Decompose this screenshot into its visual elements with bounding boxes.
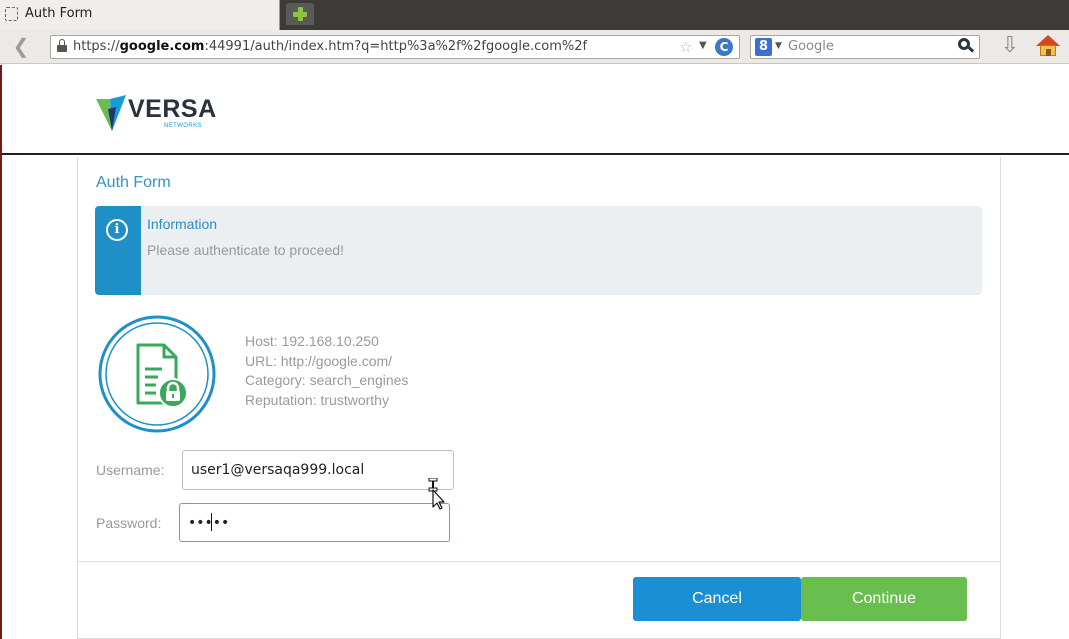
info-message: Please authenticate to proceed!: [147, 242, 344, 258]
mouse-cursor-icon: [428, 477, 448, 510]
logo-text: VERSA: [128, 95, 217, 123]
versa-logo: VERSA NETWORKS: [94, 93, 244, 133]
page-header: VERSA NETWORKS: [2, 65, 1069, 155]
information-panel: i Information Please authenticate to pro…: [95, 206, 982, 295]
search-bar[interactable]: 8 ▼ Google: [750, 35, 980, 59]
reputation-line: Reputation: trustworthy: [245, 391, 389, 408]
url-domain: google.com: [119, 39, 205, 54]
new-tab-button[interactable]: [286, 3, 314, 25]
browser-tab[interactable]: Auth Form: [0, 0, 280, 30]
reload-icon[interactable]: C: [715, 38, 733, 56]
host-details: Host: 192.168.10.250 URL: http://google.…: [245, 332, 408, 410]
tab-title: Auth Form: [25, 6, 93, 21]
text-caret: [211, 513, 212, 531]
footer-divider: [78, 561, 1000, 562]
info-icon: i: [106, 219, 128, 241]
document-lock-icon: [98, 315, 216, 433]
auth-form-card: Auth Form i Information Please authentic…: [77, 157, 1001, 639]
back-button[interactable]: ❮: [8, 36, 34, 58]
back-arrow-icon: ❮: [12, 34, 30, 58]
url-path: :44991/auth/index.htm?q=http%3a%2f%2fgoo…: [204, 39, 588, 54]
download-icon[interactable]: ⇩: [998, 34, 1022, 58]
continue-button[interactable]: Continue: [801, 577, 967, 621]
url-line: URL: http://google.com/: [245, 352, 393, 369]
form-title: Auth Form: [96, 174, 171, 191]
page-placeholder-icon: [5, 7, 18, 21]
navigation-bar: ❮ https://google.com:44991/auth/index.ht…: [0, 30, 1069, 64]
search-icon[interactable]: [957, 37, 975, 55]
engine-dropdown-icon[interactable]: ▼: [775, 41, 782, 51]
password-label: Password:: [96, 515, 162, 531]
username-label: Username:: [96, 462, 165, 478]
url-scheme: https://: [73, 39, 120, 54]
google-icon[interactable]: 8: [755, 38, 772, 56]
history-dropdown-icon[interactable]: ▼: [699, 40, 707, 51]
logo-subtext: NETWORKS: [164, 123, 202, 129]
cancel-button[interactable]: Cancel: [633, 577, 801, 621]
tab-bar: Auth Form: [0, 0, 1069, 30]
username-input[interactable]: [182, 450, 454, 490]
url-text: https://google.com:44991/auth/index.htm?…: [73, 39, 587, 54]
password-input[interactable]: [179, 503, 450, 542]
star-icon[interactable]: ☆: [679, 38, 692, 56]
info-title: Information: [147, 216, 218, 232]
page-content: VERSA NETWORKS Auth Form i Information P…: [0, 65, 1069, 639]
host-line: Host: 192.168.10.250: [245, 333, 379, 349]
category-line: Category: search_engines: [245, 372, 409, 388]
url-bar[interactable]: https://google.com:44991/auth/index.htm?…: [50, 35, 740, 59]
versa-logo-mark-icon: [96, 95, 126, 131]
lock-icon: [57, 39, 67, 52]
search-engine-placeholder: Google: [788, 39, 834, 54]
info-strip: i: [95, 206, 141, 295]
home-icon[interactable]: [1035, 34, 1061, 58]
